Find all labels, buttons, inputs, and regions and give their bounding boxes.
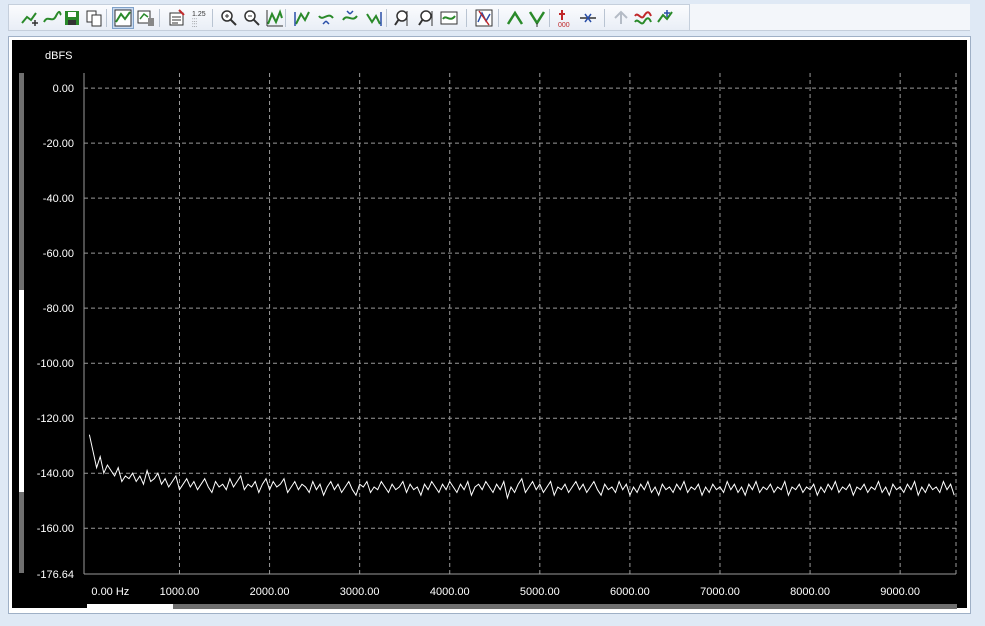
toolbar-separator <box>466 9 467 27</box>
x-tick-label: 9000.00 <box>880 586 920 598</box>
link-icon <box>580 13 596 23</box>
zoom-y-icon <box>418 10 433 26</box>
y-tick-label: -160.00 <box>37 523 74 535</box>
toolbar-separator <box>285 9 286 27</box>
x-tick-label: 7000.00 <box>700 586 740 598</box>
cursor-up-button[interactable] <box>340 8 360 28</box>
auto-scale-icon <box>440 11 458 25</box>
save-icon <box>65 11 79 25</box>
numeric-scale-icon: 1.25:::::: <box>192 11 206 29</box>
zoom-out-icon <box>244 10 260 26</box>
y-tick-label: 0.00 <box>53 83 74 95</box>
chart-view-icon <box>114 9 132 27</box>
cursor-down-button[interactable] <box>316 8 336 28</box>
peak-down-icon <box>528 11 546 27</box>
svg-text:000: 000 <box>558 22 570 28</box>
toolbar-separator <box>106 9 107 27</box>
toolbar-separator <box>604 9 605 27</box>
toolbar-empty-area <box>690 4 970 31</box>
x-tick-label: 2000.00 <box>250 586 290 598</box>
chart-view-button[interactable] <box>112 7 134 29</box>
svg-text::::: ::: <box>192 23 197 28</box>
cursor-up-icon <box>342 10 358 21</box>
zoom-in-button[interactable] <box>219 8 239 28</box>
x-tick-label: 5000.00 <box>520 586 560 598</box>
toolbar-separator <box>498 9 499 27</box>
chart-settings-button[interactable] <box>136 8 156 28</box>
add-curve-icon <box>21 12 38 26</box>
plot-panel: dBFS 0.00 -20.00 -40.00 -60.00 -80.00 -100.00… <box>12 40 967 609</box>
waveform-icon <box>634 11 652 25</box>
y-tick-label: -140.00 <box>37 468 74 480</box>
y-tick-label: -20.00 <box>43 138 74 150</box>
x-tick-label: 6000.00 <box>610 586 650 598</box>
properties-icon <box>169 9 185 26</box>
y-tick-label: -120.00 <box>37 413 74 425</box>
peak-up-button[interactable] <box>505 8 525 28</box>
smooth-curve-icon <box>43 10 62 23</box>
y-tick-label: -100.00 <box>37 358 74 370</box>
cursor-left-icon <box>294 11 310 26</box>
marker-icon: 000 <box>558 10 570 29</box>
y-axis-unit: dBFS <box>45 50 73 62</box>
undo-icon <box>614 10 628 24</box>
undo-button[interactable] <box>611 8 631 28</box>
zoom-fit-icon <box>266 9 283 27</box>
copy-icon <box>86 10 102 27</box>
peak-up-icon <box>506 10 524 25</box>
x-tick-label: 1000.00 <box>160 586 200 598</box>
marker-button[interactable]: 000 <box>556 8 576 29</box>
numeric-scale-button[interactable]: 1.25:::::: <box>189 8 209 29</box>
zoom-x-button[interactable] <box>393 8 413 28</box>
x-tick-label: 3000.00 <box>340 586 380 598</box>
zoom-x-icon <box>394 10 408 26</box>
trace-icon <box>475 9 493 27</box>
properties-button[interactable] <box>167 8 187 28</box>
y-tick-label: -40.00 <box>43 193 74 205</box>
zoom-in-icon <box>221 10 237 26</box>
svg-text:1.25: 1.25 <box>192 11 206 18</box>
y-tick-label: -80.00 <box>43 303 74 315</box>
toolbar-separator <box>159 9 160 27</box>
save-button[interactable] <box>62 8 82 28</box>
chart-settings-icon <box>137 10 154 26</box>
spectrum-chart[interactable]: dBFS 0.00 -20.00 -40.00 -60.00 -80.00 -100.00… <box>12 40 967 608</box>
zoom-out-button[interactable] <box>242 8 262 28</box>
zoom-fit-button[interactable] <box>265 8 285 28</box>
y-tick-label: -60.00 <box>43 248 74 260</box>
add-curve-button[interactable] <box>19 8 39 28</box>
smooth-curve-button[interactable] <box>42 8 62 28</box>
link-button[interactable] <box>578 8 598 28</box>
x-tick-label: 0.00 Hz <box>91 586 129 598</box>
cursor-down-icon <box>318 14 334 25</box>
export-button[interactable] <box>655 8 675 28</box>
copy-button[interactable] <box>84 8 104 28</box>
trace-button[interactable] <box>474 8 494 28</box>
cursor-right-button[interactable] <box>364 8 384 28</box>
cursor-left-button[interactable] <box>292 8 312 28</box>
export-icon <box>657 10 673 23</box>
spectrum-trace <box>88 434 955 500</box>
waveform-button[interactable] <box>633 8 653 28</box>
y-tick-label: -176.64 <box>37 569 74 581</box>
toolbar-separator <box>386 9 387 27</box>
cursor-right-icon <box>366 12 382 26</box>
auto-scale-button[interactable] <box>439 8 459 28</box>
toolbar: 1.25:::::: 000 <box>8 4 690 31</box>
chart-window: dBFS 0.00 -20.00 -40.00 -60.00 -80.00 -100.00… <box>8 36 971 614</box>
toolbar-separator <box>549 9 550 27</box>
toolbar-separator <box>212 9 213 27</box>
zoom-y-button[interactable] <box>416 8 436 28</box>
peak-down-button[interactable] <box>527 8 547 28</box>
x-tick-label: 8000.00 <box>790 586 830 598</box>
x-tick-label: 4000.00 <box>430 586 470 598</box>
